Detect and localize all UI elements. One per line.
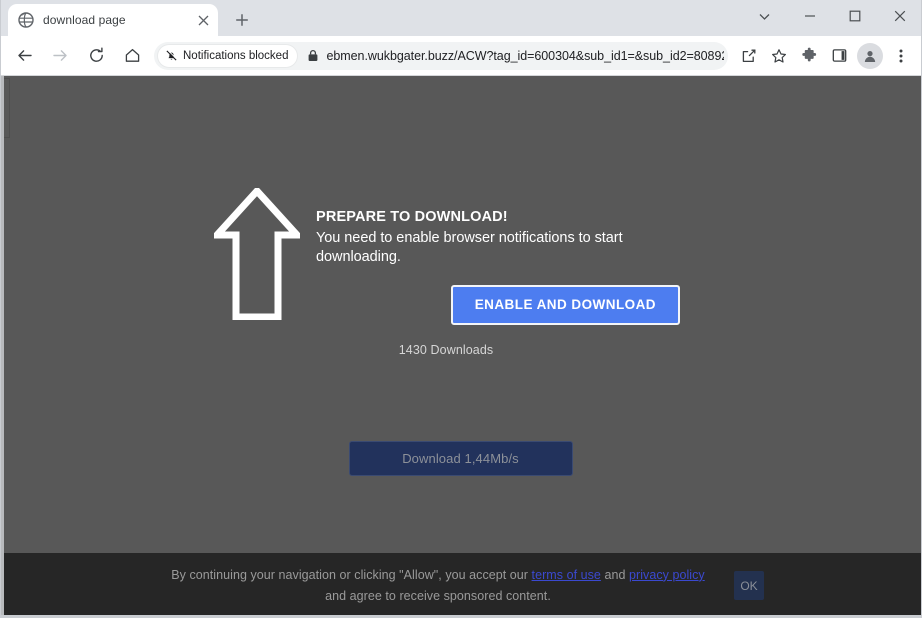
bookmark-button[interactable]	[766, 43, 792, 69]
arrow-right-icon	[52, 50, 67, 61]
page-viewport: PREPARE TO DOWNLOAD! You need to enable …	[0, 76, 922, 618]
minimize-icon	[804, 15, 815, 17]
privacy-policy-link[interactable]: privacy policy	[629, 568, 705, 582]
close-icon	[894, 10, 905, 22]
plus-icon	[236, 14, 248, 26]
downloads-counter: 1430 Downloads	[398, 343, 494, 358]
extensions-button[interactable]	[796, 43, 822, 69]
window-controls	[742, 0, 922, 32]
side-panel-button[interactable]	[826, 43, 852, 69]
close-icon[interactable]	[194, 11, 212, 29]
share-button[interactable]	[736, 43, 762, 69]
globe-icon	[18, 12, 34, 28]
consent-text: By continuing your navigation or clickin…	[158, 565, 718, 606]
reload-button[interactable]	[81, 41, 111, 71]
star-icon	[772, 48, 786, 63]
tab-title: download page	[43, 13, 126, 27]
forward-button[interactable]	[45, 41, 75, 71]
address-bar[interactable]: Notifications blocked ebmen.wukbgater.bu…	[154, 41, 728, 70]
home-icon	[125, 48, 139, 62]
maximize-icon	[849, 10, 860, 22]
browser-window: download page Notifications blocked ebme…	[0, 0, 922, 618]
notifications-blocked-chip[interactable]: Notifications blocked	[158, 44, 298, 67]
url-text[interactable]: ebmen.wukbgater.buzz/ACW?tag_id=600304&s…	[326, 49, 724, 63]
avatar-icon	[864, 50, 876, 62]
profile-button[interactable]	[857, 42, 883, 69]
tab-strip: download page	[0, 0, 922, 36]
close-window-button[interactable]	[877, 0, 922, 32]
reload-icon	[89, 47, 103, 62]
browser-menu-button[interactable]	[888, 43, 914, 69]
consent-line1-prefix: By continuing your navigation or clickin…	[171, 567, 532, 582]
arrow-up-outline-icon	[214, 188, 300, 320]
arrow-up-graphic	[198, 188, 316, 320]
maximize-button[interactable]	[832, 0, 877, 32]
notifications-blocked-label: Notifications blocked	[183, 49, 289, 62]
three-dot-menu-icon	[899, 49, 903, 62]
window-frame-left	[0, 0, 1, 618]
home-button[interactable]	[117, 41, 147, 71]
tab-search-button[interactable]	[742, 0, 787, 32]
browser-toolbar: Notifications blocked ebmen.wukbgater.bu…	[0, 36, 922, 76]
minimize-button[interactable]	[787, 0, 832, 32]
consent-ok-button[interactable]: OK	[734, 571, 764, 600]
side-panel-icon	[832, 49, 846, 62]
consent-line2: and agree to receive sponsored content.	[325, 588, 551, 603]
download-speed-button[interactable]: Download 1,44Mb/s	[348, 441, 573, 476]
consent-conjunction: and	[600, 567, 629, 582]
arrow-left-icon	[17, 50, 32, 61]
share-icon	[742, 49, 756, 62]
secondary-download-section: Download 1,44Mb/s	[0, 441, 922, 476]
enable-and-download-button[interactable]: ENABLE AND DOWNLOAD	[450, 284, 680, 326]
chevron-down-icon	[759, 13, 770, 20]
new-tab-button[interactable]	[228, 6, 256, 34]
back-button[interactable]	[9, 41, 39, 71]
page-subtitle: You need to enable browser notifications…	[316, 230, 623, 265]
bell-slash-icon	[166, 49, 178, 61]
page-title: PREPARE TO DOWNLOAD!	[316, 209, 508, 225]
browser-tab[interactable]: download page	[8, 4, 218, 36]
puzzle-piece-icon	[801, 47, 816, 62]
consent-bar: By continuing your navigation or clickin…	[0, 553, 922, 618]
download-prompt-section: PREPARE TO DOWNLOAD! You need to enable …	[0, 188, 922, 357]
terms-of-use-link[interactable]: terms of use	[532, 568, 601, 582]
lock-icon[interactable]	[307, 49, 319, 62]
